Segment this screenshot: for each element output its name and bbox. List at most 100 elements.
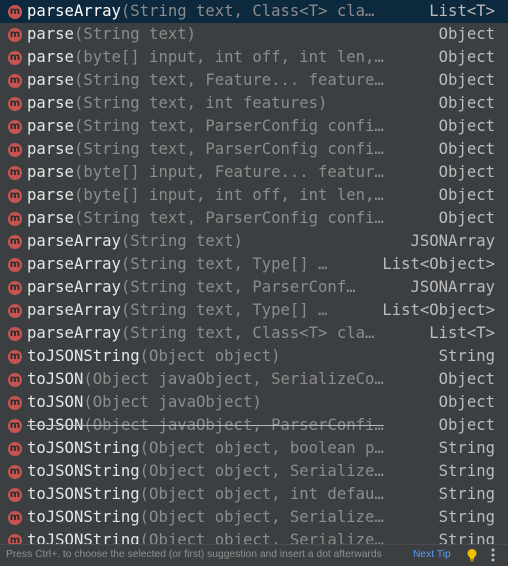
method-params: (Object object, Serialize… <box>139 508 384 526</box>
return-type: Object <box>438 25 495 43</box>
method-icon: m <box>8 419 22 433</box>
suggestion-item[interactable]: m parseArray(String text, Type[] … List<Ob… <box>0 253 508 276</box>
suggestion-item[interactable]: m toJSONString(Object object, Serialize… S… <box>0 506 508 529</box>
suggestion-item[interactable]: m toJSONString(Object object, Serialize… S… <box>0 460 508 483</box>
method-icon: m <box>8 281 22 295</box>
method-icon: m <box>8 465 22 479</box>
method-icon: m <box>8 373 22 387</box>
method-signature: toJSON(Object javaObject, ParserConfi… <box>27 414 384 437</box>
method-name: parse <box>27 25 74 43</box>
return-type: List<Object> <box>382 255 495 273</box>
method-signature: parse(byte[] input, int off, int len,… <box>27 46 384 69</box>
method-icon: m <box>8 235 22 249</box>
return-type: Object <box>438 209 495 227</box>
return-type: Object <box>438 140 495 158</box>
method-signature: parseArray(String text, Class<T> cla… <box>27 0 374 23</box>
method-name: toJSONString <box>27 462 140 480</box>
lightbulb-icon[interactable] <box>465 548 479 562</box>
method-params: (Object object, Serialize… <box>139 462 384 480</box>
method-signature: toJSONString(Object object, Serialize… <box>27 506 384 529</box>
method-icon: m <box>8 143 22 157</box>
method-icon: m <box>8 511 22 525</box>
suggestion-item[interactable]: m parseArray(String text, ParserConf… JSON… <box>0 276 508 299</box>
method-name: parse <box>27 71 74 89</box>
method-params: (Object object, int defau… <box>139 485 384 503</box>
method-name: toJSONString <box>27 508 140 526</box>
suggestion-item[interactable]: m toJSONString(Object object, int defau… S… <box>0 483 508 506</box>
suggestion-item[interactable]: m parseArray(String text, Class<T> cla… Li… <box>0 0 508 23</box>
method-name: toJSONString <box>27 531 140 545</box>
suggestion-item[interactable]: m parse(String text, int features) Object <box>0 92 508 115</box>
suggestion-item[interactable]: m parse(byte[] input, int off, int len,… O… <box>0 184 508 207</box>
method-signature: parseArray(String text) <box>27 230 243 253</box>
method-icon: m <box>8 97 22 111</box>
method-icon: m <box>8 120 22 134</box>
more-vertical-icon[interactable] <box>490 548 496 562</box>
suggestion-item[interactable]: m parse(String text, ParserConfig confi… O… <box>0 115 508 138</box>
method-icon: m <box>8 258 22 272</box>
suggestion-item[interactable]: m parse(String text, ParserConfig confi… O… <box>0 207 508 230</box>
method-params: (byte[] input, Feature... featur… <box>73 163 384 181</box>
method-icon: m <box>8 327 22 341</box>
return-type: Object <box>438 416 495 434</box>
method-name: parse <box>27 163 74 181</box>
suggestion-item[interactable]: m parseArray(String text) JSONArray <box>0 230 508 253</box>
footer-hint: Press Ctrl+. to choose the selected (or … <box>6 549 382 560</box>
suggestion-item[interactable]: m toJSONString(Object object) String <box>0 345 508 368</box>
method-params: (String text) <box>73 25 197 43</box>
method-icon: m <box>8 304 22 318</box>
method-signature: parse(String text, Feature... feature… <box>27 69 384 92</box>
method-params: (String text, Feature... feature… <box>73 71 384 89</box>
next-tip-link[interactable]: Next Tip <box>413 545 451 565</box>
suggestion-item[interactable]: m parse(String text, Feature... feature… O… <box>0 69 508 92</box>
return-type: Object <box>438 393 495 411</box>
method-icon: m <box>8 74 22 88</box>
method-icon: m <box>8 350 22 364</box>
suggestion-item[interactable]: m toJSON(Object javaObject, ParserConfi… O… <box>0 414 508 437</box>
method-signature: toJSONString(Object object, Serialize… <box>27 529 384 545</box>
return-type: List<T> <box>429 2 495 20</box>
return-type: String <box>438 508 495 526</box>
method-params: (String text, Class<T> cla… <box>120 2 375 20</box>
method-name: toJSON <box>27 393 84 411</box>
method-icon: m <box>8 442 22 456</box>
suggestion-item[interactable]: m toJSON(Object javaObject) Object <box>0 391 508 414</box>
method-params: (Object object, boolean p… <box>139 439 384 457</box>
suggestion-item[interactable]: m parse(String text, ParserConfig confi… O… <box>0 138 508 161</box>
method-name: parse <box>27 48 74 66</box>
suggestion-item[interactable]: m parseArray(String text, Class<T> cla… Li… <box>0 322 508 345</box>
method-params: (String text, Type[] … <box>120 301 328 319</box>
method-signature: parse(String text, ParserConfig confi… <box>27 115 384 138</box>
return-type: Object <box>438 163 495 181</box>
method-params: (String text, Class<T> cla… <box>120 324 375 342</box>
suggestion-item[interactable]: m toJSONString(Object object, boolean p… S… <box>0 437 508 460</box>
suggestion-item[interactable]: m parseArray(String text, Type[] … List<Ob… <box>0 299 508 322</box>
suggestion-list[interactable]: m parseArray(String text, Class<T> cla… Li… <box>0 0 508 545</box>
method-signature: toJSONString(Object object, int defau… <box>27 483 384 506</box>
method-params: (Object javaObject, SerializeCo… <box>83 370 384 388</box>
return-type: String <box>438 485 495 503</box>
method-signature: toJSONString(Object object) <box>27 345 281 368</box>
suggestion-item[interactable]: m toJSON(Object javaObject, SerializeCo… O… <box>0 368 508 391</box>
method-params: (String text, int features) <box>73 94 328 112</box>
method-name: parseArray <box>27 232 121 250</box>
suggestion-item[interactable]: m parse(byte[] input, int off, int len,… O… <box>0 46 508 69</box>
method-params: (Object object, Serialize… <box>139 531 384 545</box>
method-name: parse <box>27 209 74 227</box>
method-icon: m <box>8 488 22 502</box>
return-type: String <box>438 462 495 480</box>
return-type: JSONArray <box>410 232 496 250</box>
suggestion-item[interactable]: m parse(String text) Object <box>0 23 508 46</box>
completion-popup: m parseArray(String text, Class<T> cla… Li… <box>0 0 508 566</box>
method-icon: m <box>8 28 22 42</box>
method-name: parse <box>27 94 74 112</box>
method-icon: m <box>8 166 22 180</box>
method-signature: parse(String text, int features) <box>27 92 327 115</box>
suggestion-item[interactable]: m toJSONString(Object object, Serialize… S… <box>0 529 508 545</box>
method-name: parse <box>27 117 74 135</box>
return-type: String <box>438 531 495 545</box>
method-name: toJSONString <box>27 439 140 457</box>
method-signature: toJSONString(Object object, boolean p… <box>27 437 384 460</box>
method-name: parse <box>27 186 74 204</box>
suggestion-item[interactable]: m parse(byte[] input, Feature... featur… O… <box>0 161 508 184</box>
